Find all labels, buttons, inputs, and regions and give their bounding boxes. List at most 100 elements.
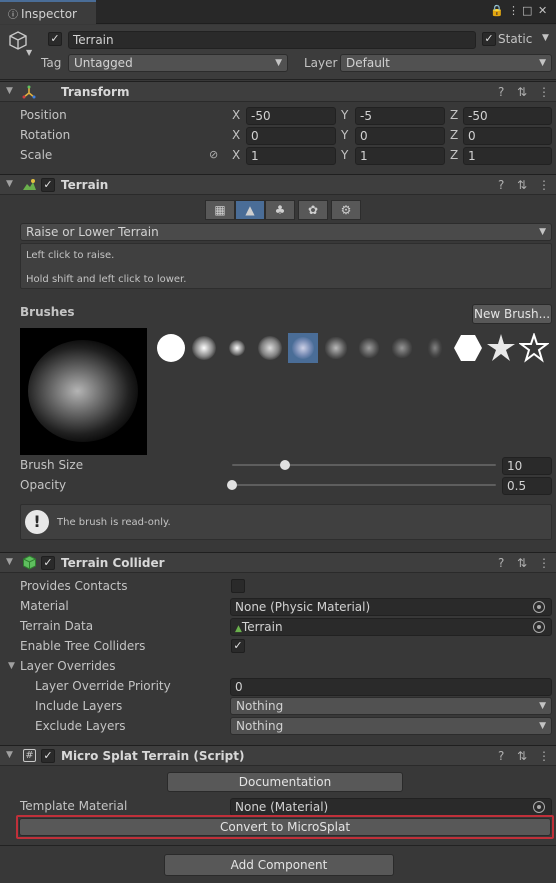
brush-soft-circle[interactable] (189, 333, 219, 363)
help-icon[interactable]: ? (498, 749, 504, 763)
opacity-slider-track[interactable] (232, 484, 496, 486)
scale-y-field[interactable]: 1 (355, 147, 445, 165)
transform-header[interactable]: ▼ Transform ? ⇅ ⋮ (0, 81, 556, 102)
microsplat-enabled-toggle[interactable]: ✓ (41, 749, 55, 763)
paint-trees-tool-button[interactable]: ♣ (265, 200, 295, 220)
brush-cloud[interactable] (255, 333, 285, 363)
brush-small-soft[interactable] (222, 333, 252, 363)
rotation-x-field[interactable]: 0 (246, 127, 336, 145)
lock-icon[interactable]: 🔒 (490, 4, 504, 17)
layer-dropdown[interactable]: Default ▼ (340, 54, 552, 72)
paint-details-tool-button[interactable]: ✿ (298, 200, 328, 220)
rotation-label: Rotation (20, 128, 71, 142)
brush-size-slider-track[interactable] (232, 464, 496, 466)
brush-hexagon[interactable] (453, 333, 483, 363)
opacity-field[interactable]: 0.5 (502, 477, 552, 495)
foldout-arrow-icon[interactable]: ▼ (6, 179, 13, 189)
terrain-settings-tool-button[interactable]: ⚙ (331, 200, 361, 220)
collider-icon (23, 555, 36, 570)
microsplat-header[interactable]: ▼ # ✓ Micro Splat Terrain (Script) ? ⇅ ⋮ (0, 745, 556, 766)
include-layers-dropdown[interactable]: Nothing ▼ (230, 697, 552, 715)
brush-splatter-2[interactable] (354, 333, 384, 363)
brush-splatter-1[interactable] (321, 333, 351, 363)
more-options-icon[interactable]: ⋮ (538, 85, 550, 99)
material-value: None (Physic Material) (235, 600, 371, 614)
create-neighbor-terrain-tool-button[interactable]: ▦ (205, 200, 235, 220)
object-picker-icon[interactable] (533, 801, 545, 813)
material-field[interactable]: None (Physic Material) (230, 598, 552, 616)
template-material-field[interactable]: None (Material) (230, 798, 552, 816)
terrain-data-field[interactable]: ▲Terrain (230, 618, 552, 636)
terrain-data-label: Terrain Data (20, 619, 94, 633)
paint-terrain-tool-button[interactable]: ▲ (235, 200, 265, 220)
help-icon[interactable]: ? (498, 85, 504, 99)
scale-z-field[interactable]: 1 (463, 147, 552, 165)
layer-overrides-foldout-icon[interactable]: ▼ (8, 661, 15, 671)
material-label: Material (20, 599, 69, 613)
collider-enabled-toggle[interactable]: ✓ (41, 556, 55, 570)
more-options-icon[interactable]: ⋮ (538, 556, 550, 570)
help-line-2: Hold shift and left click to lower. (26, 274, 187, 285)
brush-star-outline[interactable] (518, 331, 550, 363)
constrain-proportions-link-icon[interactable]: ⊘ (209, 148, 218, 161)
new-brush-button[interactable]: New Brush... (472, 304, 552, 324)
foldout-arrow-icon[interactable]: ▼ (6, 750, 13, 760)
preset-icon[interactable]: ⇅ (517, 749, 527, 763)
tab-inspector[interactable]: ⓘ Inspector (0, 0, 96, 24)
close-icon[interactable]: ✕ (538, 4, 547, 17)
provides-contacts-toggle[interactable] (231, 579, 245, 593)
object-picker-icon[interactable] (533, 621, 545, 633)
help-icon[interactable]: ? (498, 556, 504, 570)
brush-preview (20, 328, 147, 455)
exclude-layers-label: Exclude Layers (35, 719, 126, 733)
position-x-field[interactable]: -50 (246, 107, 336, 125)
static-dropdown-icon[interactable]: ▼ (542, 33, 549, 43)
terrain-collider-header[interactable]: ▼ ✓ Terrain Collider ? ⇅ ⋮ (0, 552, 556, 573)
scale-x-field[interactable]: 1 (246, 147, 336, 165)
icon-dropdown-arrow-icon[interactable]: ▼ (26, 48, 32, 57)
more-options-icon[interactable]: ⋮ (538, 749, 550, 763)
preset-icon[interactable]: ⇅ (517, 178, 527, 192)
preset-icon[interactable]: ⇅ (517, 556, 527, 570)
convert-to-microsplat-button[interactable]: Convert to MicroSplat (19, 818, 551, 836)
rotation-z-field[interactable]: 0 (463, 127, 552, 145)
object-picker-icon[interactable] (533, 601, 545, 613)
brush-streaks[interactable] (420, 333, 450, 363)
terrain-mode-dropdown[interactable]: Raise or Lower Terrain ▼ (20, 223, 552, 241)
position-z-field[interactable]: -50 (463, 107, 552, 125)
microsplat-title: Micro Splat Terrain (Script) (61, 749, 245, 763)
brush-splatter-3[interactable] (387, 333, 417, 363)
override-priority-field[interactable]: 0 (230, 678, 552, 696)
brush-hard-circle[interactable] (156, 333, 186, 363)
layer-overrides-label[interactable]: Layer Overrides (20, 659, 115, 673)
terrain-mode-value: Raise or Lower Terrain (26, 225, 159, 239)
opacity-slider-knob[interactable] (227, 480, 237, 490)
rotation-y-field[interactable]: 0 (355, 127, 445, 145)
gameobject-name-field[interactable]: Terrain (68, 31, 476, 49)
tag-dropdown[interactable]: Untagged ▼ (68, 54, 288, 72)
preset-icon[interactable]: ⇅ (517, 85, 527, 99)
add-component-button[interactable]: Add Component (164, 854, 394, 876)
enable-tree-colliders-toggle[interactable]: ✓ (231, 639, 245, 653)
readonly-help-box: ! The brush is read-only. (20, 504, 552, 540)
exclude-layers-dropdown[interactable]: Nothing ▼ (230, 717, 552, 735)
documentation-button[interactable]: Documentation (167, 772, 403, 792)
paint-brush-icon: ▲ (245, 203, 255, 217)
brush-noise-selected[interactable] (288, 333, 318, 363)
maximize-icon[interactable]: □ (522, 4, 532, 17)
static-toggle[interactable]: ✓ (482, 32, 496, 46)
chevron-down-icon: ▼ (275, 58, 282, 68)
brush-star-filled[interactable] (486, 333, 516, 363)
brush-size-slider-knob[interactable] (279, 460, 290, 470)
brush-size-field[interactable]: 10 (502, 457, 552, 475)
more-options-icon[interactable]: ⋮ (538, 178, 550, 192)
terrain-enabled-toggle[interactable]: ✓ (41, 178, 55, 192)
foldout-arrow-icon[interactable]: ▼ (6, 557, 13, 567)
gear-icon: ⚙ (340, 203, 352, 217)
position-y-field[interactable]: -5 (355, 107, 445, 125)
active-toggle[interactable]: ✓ (48, 32, 62, 46)
terrain-header[interactable]: ▼ ✓ Terrain ? ⇅ ⋮ (0, 174, 556, 195)
help-icon[interactable]: ? (498, 178, 504, 192)
more-menu-icon[interactable]: ⋮ (508, 4, 519, 17)
foldout-arrow-icon[interactable]: ▼ (6, 86, 13, 96)
